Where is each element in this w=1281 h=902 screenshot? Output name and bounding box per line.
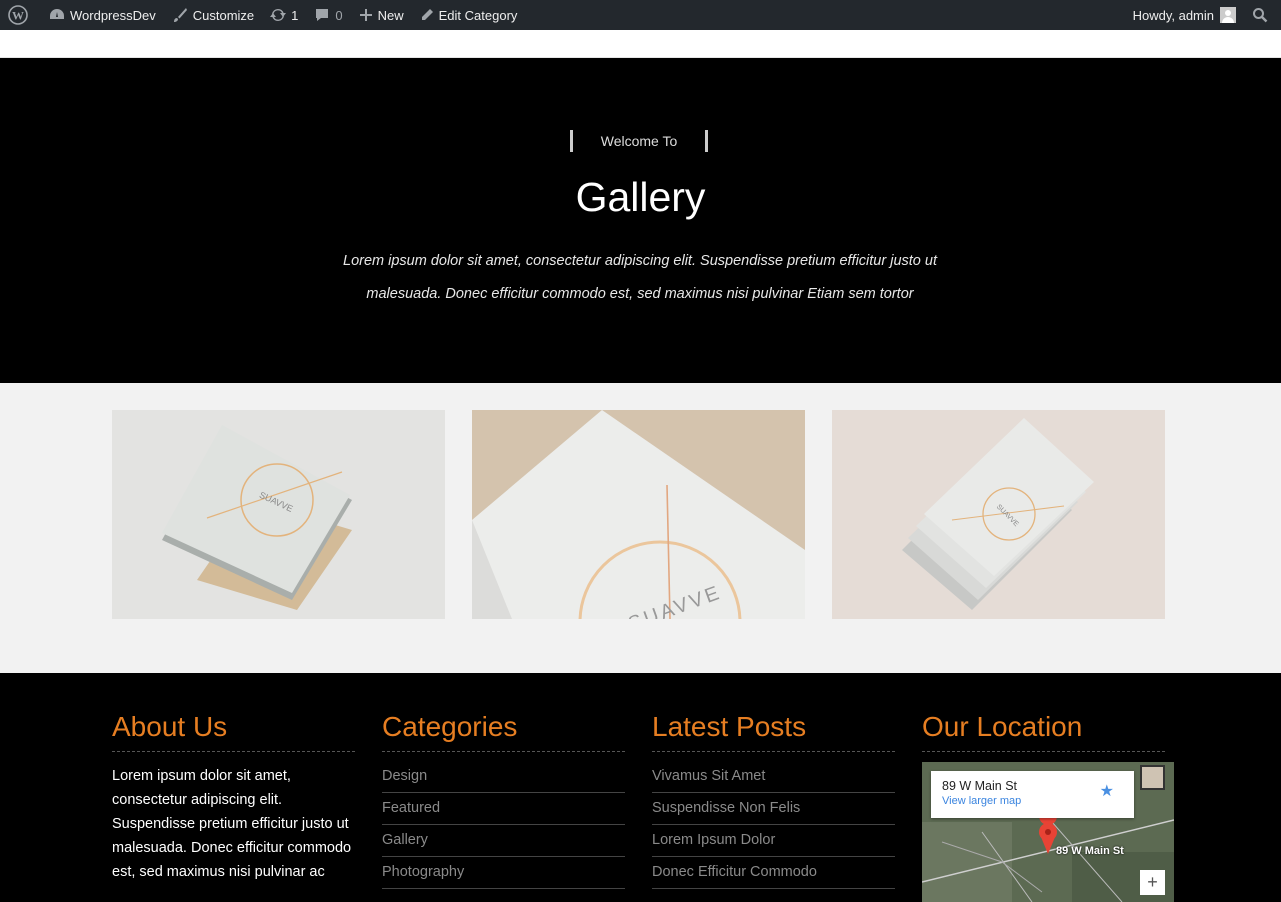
about-text: Lorem ipsum dolor sit amet, consectetur … (112, 768, 352, 880)
zoom-in-button[interactable]: + (1140, 870, 1165, 895)
category-link[interactable]: Design (382, 761, 625, 793)
edit-category-link[interactable]: Edit Category (412, 0, 526, 30)
dashboard-icon (50, 9, 64, 19)
site-footer: About Us Lorem ipsum dolor sit amet, con… (0, 673, 1281, 902)
category-link[interactable]: Featured (382, 793, 625, 825)
comments-count: 0 (335, 7, 343, 23)
post-link[interactable]: Suspendisse Non Felis (652, 793, 895, 825)
view-larger-map-link[interactable]: View larger map (942, 795, 1123, 807)
map-address: 89 W Main St (942, 779, 1018, 793)
svg-text:W: W (12, 9, 24, 23)
pencil-icon (421, 9, 433, 20)
gallery-image-3[interactable]: SUAVVE (832, 410, 1165, 619)
map-pin-label: 89 W Main St (1056, 845, 1124, 857)
updates-icon (270, 8, 287, 22)
customize-link[interactable]: Customize (164, 0, 262, 30)
site-name-link[interactable]: WordpressDev (41, 0, 164, 30)
about-heading: About Us (112, 711, 355, 752)
search-icon (1253, 8, 1268, 23)
categories-widget: Categories Design Featured Gallery Photo… (382, 711, 625, 889)
avatar (1220, 7, 1236, 23)
search-button[interactable] (1244, 0, 1281, 30)
comments-link[interactable]: 0 (306, 0, 350, 30)
post-link[interactable]: Lorem Ipsum Dolor (652, 825, 895, 857)
latest-posts-heading: Latest Posts (652, 711, 895, 752)
category-link[interactable]: Photography (382, 857, 625, 889)
post-link[interactable]: Vivamus Sit Amet (652, 761, 895, 793)
location-heading: Our Location (922, 711, 1165, 752)
new-content-link[interactable]: New (351, 0, 412, 30)
edit-category-label: Edit Category (438, 7, 518, 23)
category-link[interactable]: Gallery (382, 825, 625, 857)
howdy-text: Howdy, admin (1132, 7, 1214, 23)
updates-count: 1 (291, 7, 299, 23)
comment-icon (316, 9, 329, 21)
wordpress-logo-icon[interactable]: W (0, 0, 41, 30)
latest-posts-widget: Latest Posts Vivamus Sit Amet Suspendiss… (652, 711, 895, 889)
about-widget: About Us Lorem ipsum dolor sit amet, con… (112, 711, 355, 884)
header-strip (0, 30, 1281, 58)
brush-icon (173, 8, 187, 22)
location-map[interactable]: 89 W Main St View larger map ★ 89 W Main… (922, 762, 1174, 902)
gallery-image-1[interactable]: SUAVVE (112, 410, 445, 619)
categories-list: Design Featured Gallery Photography (382, 761, 625, 889)
post-link[interactable]: Donec Efficitur Commodo (652, 857, 895, 889)
save-star-icon[interactable]: ★ (1100, 781, 1114, 801)
hero-banner: Welcome To Gallery Lorem ipsum dolor sit… (0, 58, 1281, 383)
categories-heading: Categories (382, 711, 625, 752)
gallery-image-2[interactable]: SUAVVE (472, 410, 805, 619)
plus-icon (359, 9, 372, 21)
page-title: Gallery (575, 174, 706, 220)
location-widget: Our Location (922, 711, 1165, 752)
admin-bar: W WordpressDev Customize 1 0 New Edit Ca… (0, 0, 1281, 30)
latest-posts-list: Vivamus Sit Amet Suspendisse Non Felis L… (652, 761, 895, 889)
customize-label: Customize (192, 7, 255, 23)
new-label: New (377, 7, 404, 23)
updates-link[interactable]: 1 (262, 0, 306, 30)
my-account-link[interactable]: Howdy, admin (1125, 0, 1244, 30)
gallery-section: SUAVVE SUAVVE SUAVVE (0, 383, 1281, 673)
site-name: WordpressDev (70, 7, 156, 23)
street-view-thumbnail[interactable] (1140, 765, 1165, 790)
welcome-label: Welcome To (570, 130, 708, 152)
map-info-card: 89 W Main St View larger map ★ (931, 771, 1134, 818)
hero-description: Lorem ipsum dolor sit amet, consectetur … (343, 253, 937, 302)
